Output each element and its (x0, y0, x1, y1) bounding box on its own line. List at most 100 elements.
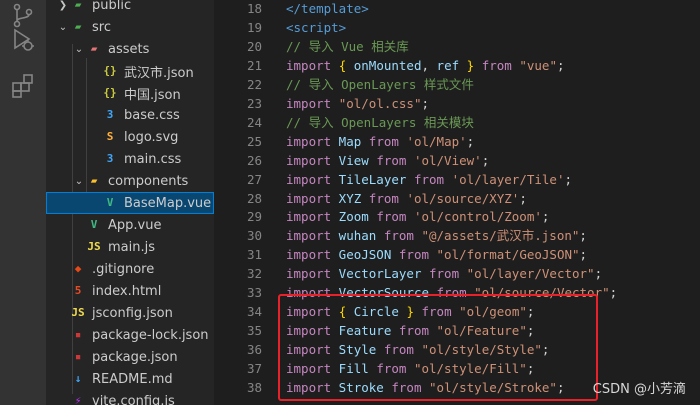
code-text: // 导入 OpenLayers 相关模块 (286, 113, 474, 132)
code-text: import Map from 'ol/Map'; (286, 132, 474, 151)
chevron-icon[interactable]: ⌄ (72, 44, 86, 55)
code-token: ; (579, 228, 587, 244)
npm-icon: ▪ (74, 350, 82, 363)
tree-item-label: main.css (124, 151, 182, 167)
code-token: import (286, 57, 332, 73)
code-token: from (368, 133, 399, 149)
code-text: import View from 'ol/View'; (286, 151, 489, 170)
line-number: 18 (246, 1, 262, 16)
code-token: "ol/layer/Vector" (466, 266, 595, 282)
tree-item[interactable]: ⌄ ▰ components (46, 170, 214, 192)
tree-item-label: package.json (92, 349, 178, 365)
tree-item[interactable]: V BaseMap.vue (46, 192, 214, 214)
code-line: 18 </template> (214, 0, 700, 18)
code-token: ; (579, 247, 588, 263)
tree-item-label: logo.svg (124, 129, 179, 145)
npm-icon: ▪ (74, 328, 82, 341)
tree-item[interactable]: JS jsconfig.json (46, 302, 214, 324)
line-number: 29 (246, 209, 262, 225)
tree-item[interactable]: ⌄ ▰ src (46, 16, 214, 38)
code-text: import TileLayer from 'ol/layer/Tile'; (286, 170, 572, 189)
code-token: 'ol/control/Zoom' (413, 209, 542, 225)
code-line: 29 import Zoom from 'ol/control/Zoom'; (214, 207, 700, 226)
code-line: 24 // 导入 OpenLayers 相关模块 (214, 113, 700, 132)
chevron-icon[interactable]: ⌄ (72, 176, 86, 187)
tree-item[interactable]: ⌄ ▰ assets (46, 38, 214, 60)
line-number: 30 (246, 228, 262, 244)
code-token: "ol/ol.css" (338, 95, 422, 111)
code-line: 20 // 导入 Vue 相关库 (214, 37, 700, 56)
code-token: from (429, 266, 460, 282)
code-token: , (421, 57, 437, 73)
code-token: import (286, 228, 332, 244)
code-token: Map (331, 133, 369, 149)
code-token: from (481, 57, 512, 73)
code-token: from (383, 228, 414, 244)
code-text: import GeoJSON from "ol/format/GeoJSON"; (286, 245, 587, 264)
code-token: GeoJSON (331, 247, 399, 263)
tree-item-label: assets (108, 41, 150, 57)
code-text: import XYZ from 'ol/source/XYZ'; (286, 189, 527, 208)
css-icon: 3 (106, 108, 114, 121)
code-text: import wuhan from "@/assets/武汉市.json"; (286, 226, 587, 245)
code-token: import (286, 247, 332, 263)
tree-item[interactable]: 3 main.css (46, 148, 214, 170)
tree-item[interactable]: ⚡ vite.config.js (46, 390, 214, 405)
git-icon: ◆ (74, 262, 82, 275)
tree-item[interactable]: {} 中国.json (46, 82, 214, 104)
code-token: 'ol/Map' (406, 133, 467, 149)
code-token: "ol/format/GeoJSON" (436, 247, 580, 263)
tree-item[interactable]: ◆ .gitignore (46, 258, 214, 280)
chevron-icon[interactable]: ❯ (56, 0, 70, 11)
tree-item[interactable]: Slogo.svg (46, 126, 214, 148)
json-icon: {} (103, 64, 117, 77)
tree-item[interactable]: {} 武汉市.json (46, 60, 214, 82)
tree-item[interactable]: 5 index.html (46, 280, 214, 302)
line-number: 19 (246, 19, 262, 35)
tree-item-label: public (92, 0, 132, 13)
activity-bar (0, 0, 46, 405)
code-line: 21 import { onMounted, ref } from "vue"; (214, 56, 700, 75)
tree-item[interactable]: JS main.js (46, 236, 214, 258)
tree-item[interactable]: 3 base.css (46, 104, 214, 126)
line-number: 27 (246, 171, 262, 187)
vue-icon: V (90, 218, 98, 231)
line-number: 26 (246, 152, 262, 168)
code-token: import (286, 133, 332, 149)
code-token: Zoom (331, 209, 377, 225)
code-token: ; (594, 266, 603, 282)
tree-item[interactable]: ↓ README.md (46, 368, 214, 390)
tree-item[interactable]: V App.vue (46, 214, 214, 236)
tree-item[interactable]: ▪ package-lock.json (46, 324, 214, 346)
extensions-icon[interactable] (9, 72, 37, 100)
line-number: 23 (246, 95, 262, 111)
tree-item-label: 中国.json (124, 87, 181, 103)
code-token: from (413, 171, 445, 187)
code-token: View (331, 152, 377, 168)
run-debug-icon[interactable] (9, 26, 37, 54)
chevron-icon[interactable]: ⌄ (56, 22, 70, 33)
tree-item-label: main.js (108, 239, 155, 255)
watermark: CSDN @小芳滴 (592, 382, 686, 397)
code-token: "@/assets/武汉市.json" (421, 228, 580, 244)
code-text: import { onMounted, ref } from "vue"; (286, 56, 565, 75)
code-text: import VectorLayer from "ol/layer/Vector… (286, 264, 602, 283)
tree-item-label: package-lock.json (92, 327, 209, 343)
tree-item[interactable]: ▪ package.json (46, 346, 214, 368)
code-token: from (398, 247, 429, 263)
code-token: ; (481, 152, 490, 168)
tree-item[interactable]: ❯ ▰ public (46, 0, 214, 16)
code-token: TileLayer (331, 171, 414, 187)
code-line: 26 import View from 'ol/View'; (214, 151, 700, 170)
code-token: ; (519, 190, 527, 206)
code-token: import (286, 152, 332, 168)
vscode-window: ❯ ▰ public ⌄ ▰ src ⌄ ▰ assets {} 武汉市.json {} 中国.json… (0, 0, 700, 405)
code-token: wuhan (331, 228, 384, 244)
code-line: 30 import wuhan from "@/assets/武汉市.json"; (214, 226, 700, 245)
